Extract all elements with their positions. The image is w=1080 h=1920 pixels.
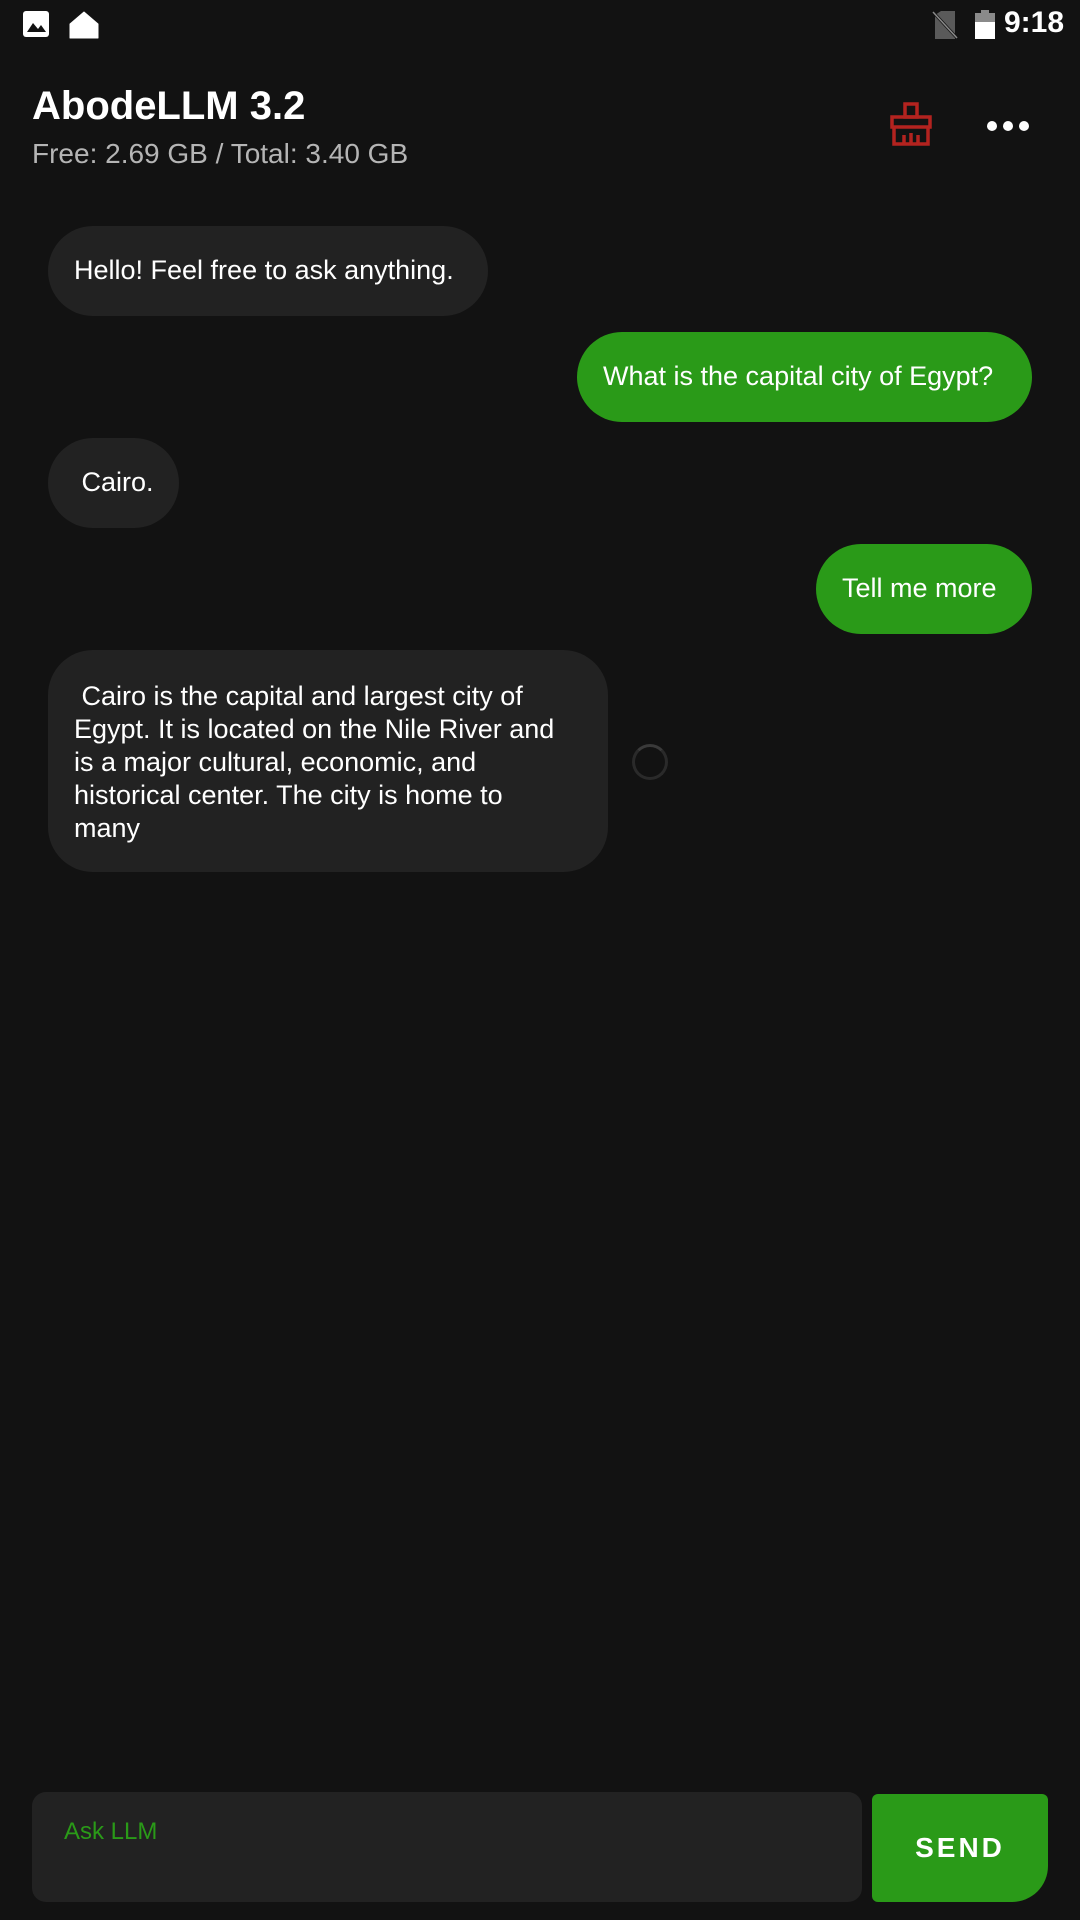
app-title: AbodeLLM 3.2 <box>32 84 306 128</box>
chat-screen: 9:18 AbodeLLM 3.2 Free: 2.69 GB / Total:… <box>0 0 1080 1920</box>
message-text: Cairo. <box>74 467 154 497</box>
status-time: 9:18 <box>1003 6 1064 39</box>
user-message: What is the capital city of Egypt? <box>577 332 1032 422</box>
ask-input-placeholder: Ask LLM <box>64 1818 158 1845</box>
image-icon <box>22 10 50 43</box>
message-text: Tell me more <box>842 573 997 603</box>
user-message: Tell me more <box>816 544 1032 634</box>
clear-chat-button[interactable] <box>886 100 936 150</box>
message-text: Hello! Feel free to ask anything. <box>74 255 454 285</box>
battery-icon <box>974 10 996 45</box>
message-text: What is the capital city of Egypt? <box>603 361 994 391</box>
broom-icon <box>886 102 936 154</box>
loading-spinner <box>632 744 668 780</box>
ask-input[interactable]: Ask LLM <box>32 1792 862 1902</box>
send-button-label: SEND <box>915 1832 1005 1863</box>
status-bar: 9:18 <box>0 0 1080 50</box>
home-icon <box>68 10 100 45</box>
bot-message: Cairo. <box>48 438 179 528</box>
bot-message: Hello! Feel free to ask anything. <box>48 226 488 316</box>
bot-message: Cairo is the capital and largest city of… <box>48 650 608 872</box>
more-options-button[interactable] <box>984 102 1032 150</box>
memory-info: Free: 2.69 GB / Total: 3.40 GB <box>32 138 409 169</box>
no-sim-icon <box>931 10 959 45</box>
more-horizontal-icon <box>984 121 1032 154</box>
message-text: Cairo is the capital and largest city of… <box>74 681 562 843</box>
send-button[interactable]: SEND <box>872 1794 1048 1902</box>
